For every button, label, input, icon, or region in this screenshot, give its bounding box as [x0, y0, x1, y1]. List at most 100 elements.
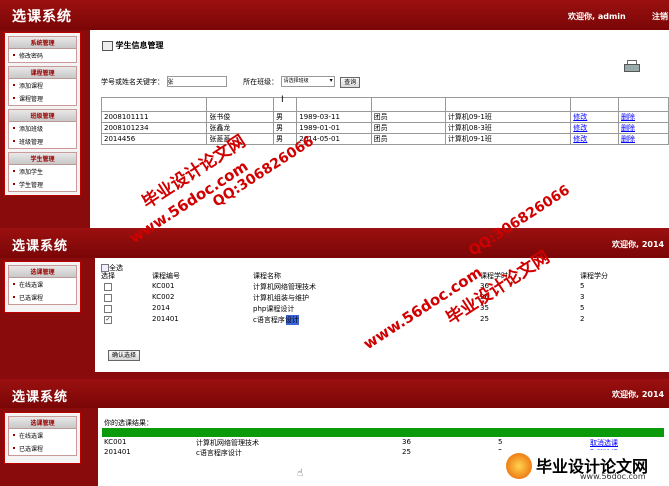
sidebar-item-selected[interactable]: 已选课程: [9, 291, 76, 304]
app-title: 选课系统: [12, 390, 69, 405]
search-input[interactable]: 张: [166, 76, 227, 87]
table-cell-code: 201401: [104, 448, 131, 456]
table-row: 2008101111 张书俊男 1989-03-11 团员 计算机09-1班 修改 删除: [100, 111, 669, 123]
delete-link[interactable]: 删除: [618, 133, 669, 145]
column-header: 课程编号: [152, 272, 180, 280]
app-title: 选课系统: [12, 9, 72, 25]
sidebar-item[interactable]: 修改密码: [9, 49, 76, 62]
table-cell-name: c语言程序设计: [196, 449, 242, 457]
select-content: 全选 选择 课程编号 课程名称 课程学时 课程学分 KC001 计算机网络管理技术 36 5 KC…: [95, 258, 669, 372]
sidebar-item-selected[interactable]: 已选课程: [9, 442, 76, 455]
table-row: 2014456 张菱菱男 2014-05-01 团员 计算机09-1班 修改 删除: [100, 133, 669, 145]
sidebar-heading: 班级管理: [9, 110, 76, 122]
search-row: 学号或姓名关键字： 张 所在班级： 请选择班级 ▾ 查询: [101, 76, 361, 88]
table-header-row: [100, 97, 669, 112]
select-header: 选课系统 欢迎你, 2014: [0, 228, 669, 258]
table-row: KC001 计算机网络管理技术 36 5: [95, 282, 669, 292]
query-button[interactable]: 查询: [340, 77, 361, 88]
table-cell-id: 2014456: [100, 133, 208, 145]
sidebar-item-online-select[interactable]: 在线选课: [9, 278, 76, 291]
edit-link[interactable]: 修改: [570, 133, 619, 145]
sidebar-heading: 学生管理: [9, 153, 76, 165]
class-select[interactable]: 请选择班级 ▾: [280, 76, 335, 87]
table-cell-id: 2008101111: [100, 111, 208, 123]
sidebar-box: 选课管理 在线选课 已选课程: [8, 265, 77, 305]
table-cell-class: 计算机09-1班: [444, 133, 572, 145]
table-cell-hours: 36: [402, 438, 411, 446]
column-header: 选择: [101, 272, 115, 280]
table-cell-name: 计算机网络管理技术: [196, 439, 259, 447]
table-row: 2008101234 张鑫龙男 1989-01-01 团员 计算机08-3班 修改 删除: [100, 122, 669, 134]
table-cell-credits: 2: [580, 315, 585, 323]
class-select-value: 请选择班级: [283, 78, 309, 84]
table-row: KC001 计算机网络管理技术 36 5 取消选课: [98, 438, 669, 448]
course-checkbox[interactable]: ✓: [104, 316, 112, 324]
delete-link[interactable]: 删除: [618, 122, 669, 134]
sidebar-box: 选课管理 在线选课 已选课程: [8, 416, 77, 456]
logout-link[interactable]: 注销: [652, 11, 668, 22]
sidebar-heading: 选课管理: [9, 417, 76, 429]
page-title: 学生信息管理: [115, 41, 164, 50]
result-label: 你的选课结果：: [104, 419, 153, 427]
select-sidebar: 选课管理 在线选课 已选课程: [4, 261, 81, 313]
class-label: 所在班级：: [243, 78, 279, 86]
cursor-icon: I: [281, 95, 284, 105]
sidebar-box: 学生管理 添加学生 学生管理: [8, 152, 77, 192]
table-cell-credits: 3: [580, 293, 585, 301]
table-cell-political: 团员: [370, 122, 446, 134]
table-cell-code: KC002: [152, 293, 175, 301]
sidebar-item[interactable]: 班级管理: [9, 135, 76, 148]
table-cell-name: php课程设计: [253, 305, 295, 313]
table-cell-code: 201401: [152, 315, 179, 323]
column-header: 课程编号: [104, 429, 132, 437]
sidebar-item[interactable]: 课程管理: [9, 92, 76, 105]
sidebar-item[interactable]: 学生管理: [9, 178, 76, 191]
table-cell-code: KC001: [152, 282, 175, 290]
sidebar-item-online-select[interactable]: 在线选课: [9, 429, 76, 442]
table-row: 2014 php课程设计 35 5: [95, 304, 669, 314]
course-checkbox[interactable]: [104, 283, 112, 291]
confirm-button[interactable]: 确认选择: [108, 350, 141, 361]
edit-link[interactable]: 修改: [570, 111, 619, 123]
result-table-header: 课程编号 课程名称 课程学时 课程学分 取消选课: [102, 428, 664, 437]
cancel-selection-link[interactable]: 取消选课: [590, 438, 618, 448]
table-cell-hours: 25: [402, 448, 411, 456]
logo-url: www.56doc.com: [580, 472, 646, 481]
table-cell-birth: 1989-03-11: [296, 111, 372, 123]
sidebar-heading: 课程管理: [9, 67, 76, 79]
edit-link[interactable]: 修改: [570, 122, 619, 134]
column-header: 课程名称: [253, 272, 281, 280]
result-sidebar: 选课管理 在线选课 已选课程: [4, 412, 81, 464]
table-cell-id: 2008101234: [100, 122, 208, 134]
table-cell-credits: 5: [580, 282, 585, 290]
table-cell-name: 计算机组装与维护: [253, 294, 309, 302]
column-header: 课程名称: [196, 429, 224, 437]
hand-cursor-icon: ☝: [297, 468, 304, 479]
course-checkbox[interactable]: [104, 305, 112, 313]
course-checkbox[interactable]: [104, 294, 112, 302]
chevron-down-icon: ▾: [329, 77, 333, 84]
table-cell-hours: 25: [480, 315, 489, 323]
table-cell-code: 2014: [152, 304, 170, 312]
page-title-icon: [102, 40, 113, 51]
sidebar-item[interactable]: 添加班级: [9, 122, 76, 135]
admin-sidebar: 系统管理 修改密码 课程管理 添加课程 课程管理 班级管理 添加班级 班级管理 学生管理 添加学生…: [4, 32, 81, 196]
delete-link[interactable]: 删除: [618, 111, 669, 123]
select-panel: 选课系统 欢迎你, 2014 选课管理 在线选课 已选课程 全选 选择 课程编号课…: [0, 228, 669, 379]
table-cell-political: 团员: [370, 133, 446, 145]
table-cell-name: 张鑫龙: [206, 122, 274, 134]
search-input-value: 张: [167, 79, 174, 86]
welcome-text: 欢迎你, 2014: [612, 390, 665, 399]
table-cell-name: 张书俊: [206, 111, 274, 123]
course-table-header: 选择 课程编号 课程名称 课程学时 课程学分: [95, 271, 669, 280]
student-table: 2008101111 张书俊男 1989-03-11 团员 计算机09-1班 修改 删除 20…: [100, 97, 669, 145]
table-cell-political: 团员: [370, 111, 446, 123]
table-row: KC002 计算机组装与维护 36 3: [95, 293, 669, 303]
table-cell-name: 计算机网络管理技术: [253, 283, 316, 291]
site-logo: 毕业设计论文网 www.56doc.com: [498, 450, 669, 486]
sidebar-item[interactable]: 添加学生: [9, 165, 76, 178]
printer-icon[interactable]: [624, 60, 640, 72]
sidebar-item[interactable]: 添加课程: [9, 79, 76, 92]
table-cell-class: 计算机08-3班: [444, 122, 572, 134]
table-cell-name: c语言程序设计: [253, 315, 299, 325]
